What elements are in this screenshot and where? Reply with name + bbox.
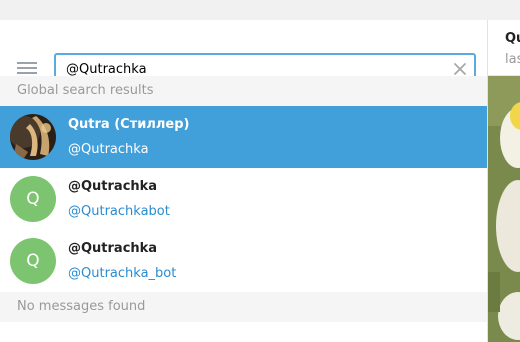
no-messages-notice: No messages found [0,292,488,322]
result-username: @Qutrachkabot [68,204,170,219]
chat-status: las [505,52,520,67]
sidebar: Global search results Qutra (Стиллер) @Q… [0,20,488,342]
search-result-item[interactable]: Qutra (Стиллер) @Qutrachka [0,106,488,168]
avatar: Q [10,176,56,222]
result-username: @Qutrachka_bot [68,266,177,281]
search-result-item[interactable]: Q @Qutrachka @Qutrachka_bot [0,230,488,292]
avatar-photo [10,114,56,160]
hamburger-icon[interactable] [17,61,37,75]
window-top-strip [0,0,520,20]
avatar [10,114,56,160]
chat-title: Qu [505,31,520,46]
result-username: @Qutrachka [68,142,149,157]
result-title: @Qutrachka [68,241,158,256]
avatar: Q [10,238,56,284]
chat-wallpaper [488,76,520,342]
result-title: Qutra (Стиллер) [68,117,190,132]
global-results-header: Global search results [0,76,488,106]
result-title: @Qutrachka [68,179,158,194]
search-result-item[interactable]: Q @Qutrachka @Qutrachkabot [0,168,488,230]
chat-header[interactable]: Qu las [488,20,520,76]
close-icon[interactable] [452,61,468,77]
chat-panel: Qu las [488,20,520,342]
